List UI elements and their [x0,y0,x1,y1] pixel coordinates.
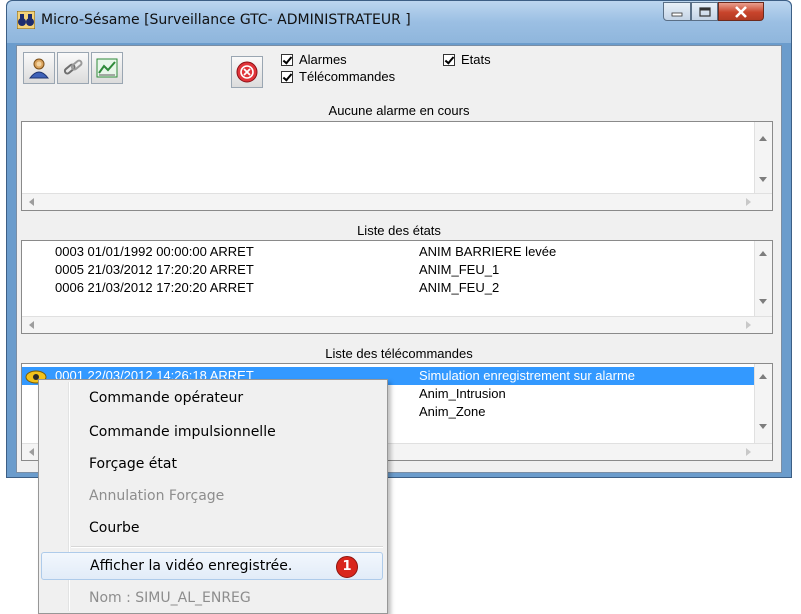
checkbox-box[interactable] [443,53,455,66]
callout-badge: 1 [336,556,358,578]
menu-item-curve[interactable]: Courbe [41,514,383,542]
state-name: ANIM BARRIERE levée [419,244,557,259]
menu-item-operator-command[interactable]: Commande opérateur [41,384,383,412]
state-row[interactable]: 0005 21/03/2012 17:20:20 ARRET ANIM_FEU_… [22,261,757,279]
state-row[interactable]: 0006 21/03/2012 17:20:20 ARRET ANIM_FEU_… [22,279,757,297]
commands-checkbox[interactable]: Télécommandes [281,69,395,84]
user-icon [28,58,50,79]
checkbox-box[interactable] [281,70,293,83]
maximize-button[interactable] [691,2,718,21]
minimize-icon [671,12,683,16]
scroll-up-icon[interactable] [759,136,767,141]
state-info: 0005 21/03/2012 17:20:20 ARRET [55,262,254,277]
alarms-list[interactable] [21,121,773,211]
menu-item-label: Afficher la vidéo enregistrée. [90,558,293,574]
scroll-up-icon[interactable] [759,374,767,379]
horizontal-scrollbar[interactable] [22,193,772,210]
state-info: 0006 21/03/2012 17:20:20 ARRET [55,280,254,295]
stop-button[interactable] [231,56,263,88]
scroll-left-icon[interactable] [29,448,34,456]
checkbox-label: Alarmes [299,52,347,67]
scroll-down-icon[interactable] [759,424,767,429]
maximize-icon [698,6,711,17]
scroll-down-icon[interactable] [759,177,767,182]
minimize-button[interactable] [663,2,691,21]
vertical-scrollbar[interactable] [754,241,772,317]
menu-separator [71,546,383,548]
scroll-right-icon[interactable] [746,321,751,329]
stop-icon [236,61,258,83]
vertical-scrollbar[interactable] [754,364,772,444]
window-title: Micro-Sésame [Surveillance GTC- ADMINIST… [41,12,411,28]
scroll-right-icon[interactable] [746,198,751,206]
menu-item-name-info: Nom : SIMU_AL_ENREG [89,590,251,606]
chain-link-icon [63,59,83,75]
scroll-up-icon[interactable] [759,251,767,256]
state-row[interactable]: 0003 01/01/1992 00:00:00 ARRET ANIM BARR… [22,243,757,261]
chart-icon [96,58,118,78]
commands-header: Liste des télécommandes [325,346,473,361]
states-list[interactable]: 0003 01/01/1992 00:00:00 ARRET ANIM BARR… [21,240,773,334]
close-button[interactable] [718,2,764,21]
scroll-down-icon[interactable] [759,299,767,304]
alarms-checkbox[interactable]: Alarmes [281,52,347,67]
menu-item-cancel-forcing: Annulation Forçage [89,488,225,504]
binoculars-icon [17,11,35,29]
state-info: 0003 01/01/1992 00:00:00 ARRET [55,244,254,259]
alarms-header: Aucune alarme en cours [328,103,470,118]
state-name: ANIM_FEU_1 [419,262,500,277]
scroll-left-icon[interactable] [29,321,34,329]
checkbox-label: Etats [461,52,491,67]
context-menu: Commande opérateur Commande impulsionnel… [38,379,388,614]
checkbox-label: Télécommandes [299,69,396,84]
operator-button[interactable] [23,52,55,84]
close-icon [735,5,747,18]
menu-item-pulse-command[interactable]: Commande impulsionnelle [41,418,383,446]
command-name: Anim_Intrusion [419,386,506,401]
scroll-left-icon[interactable] [29,198,34,206]
state-name: ANIM_FEU_2 [419,280,500,295]
horizontal-scrollbar[interactable] [22,316,772,333]
scroll-right-icon[interactable] [746,448,751,456]
chart-button[interactable] [91,52,123,84]
toolbar: Alarmes Etats Télécommandes [17,46,781,104]
vertical-scrollbar[interactable] [754,122,772,196]
title-bar[interactable]: Micro-Sésame [Surveillance GTC- ADMINIST… [7,1,791,43]
menu-item-show-recorded-video[interactable]: Afficher la vidéo enregistrée. 1 [41,552,383,580]
checkbox-box[interactable] [281,53,293,66]
link-button[interactable] [57,52,89,84]
command-name: Simulation enregistrement sur alarme [419,368,636,383]
states-header: Liste des états [357,223,441,238]
menu-item-force-state[interactable]: Forçage état [41,450,383,478]
command-name: Anim_Zone [419,404,486,419]
states-checkbox[interactable]: Etats [443,52,491,67]
